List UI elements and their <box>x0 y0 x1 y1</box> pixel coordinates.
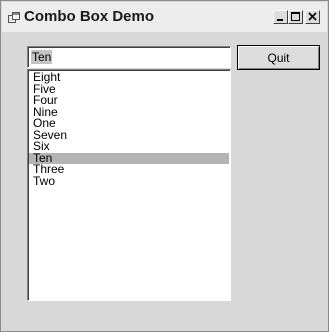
minimize-button[interactable] <box>273 10 288 24</box>
title-bar[interactable]: Combo Box Demo <box>2 2 327 32</box>
app-icon[interactable] <box>8 11 20 23</box>
combo-selected-text: Ten <box>31 50 53 64</box>
list-item-four[interactable]: Four <box>29 94 229 107</box>
list-item-seven[interactable]: Seven <box>29 129 229 142</box>
window-title: Combo Box Demo <box>24 8 155 25</box>
app-window: Combo Box Demo Ten Eight Five Four Nine One S… <box>0 0 329 332</box>
list-item-eight[interactable]: Eight <box>29 71 229 84</box>
list-item-six[interactable]: Six <box>29 140 229 153</box>
combo-text-field[interactable]: Ten <box>27 46 231 68</box>
minimize-icon <box>277 19 283 21</box>
maximize-button[interactable] <box>288 10 303 24</box>
close-button[interactable] <box>305 10 320 24</box>
list-item-five[interactable]: Five <box>29 83 229 96</box>
maximize-icon <box>291 12 300 21</box>
quit-button[interactable]: Quit <box>237 45 320 70</box>
close-icon <box>308 12 317 21</box>
list-item-two[interactable]: Two <box>29 175 229 188</box>
combo-list[interactable]: Eight Five Four Nine One Seven Six Ten Three Two <box>27 69 231 301</box>
list-item-three[interactable]: Three <box>29 163 229 176</box>
list-item-nine[interactable]: Nine <box>29 106 229 119</box>
